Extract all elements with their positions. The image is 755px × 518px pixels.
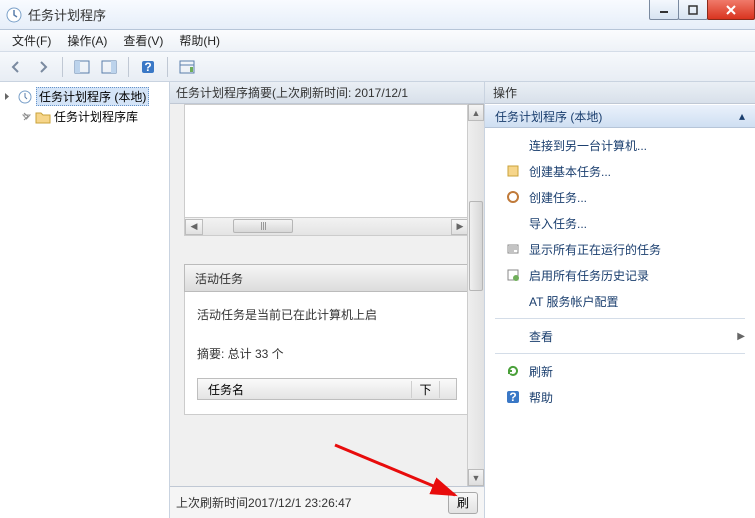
active-tasks-header[interactable]: 活动任务 [184, 264, 470, 292]
summary-body: ◀ ▶ 活动任务 活动任务是当前已在此计算机上启 摘要: 总计 33 个 任务名… [170, 104, 484, 486]
active-tasks-body: 活动任务是当前已在此计算机上启 摘要: 总计 33 个 任务名 下 [184, 292, 470, 415]
summary-heading: 任务计划程序摘要(上次刷新时间: 2017/12/1 [170, 82, 484, 104]
main-area: 任务计划程序 (本地) 任务计划程序库 任务计划程序摘要(上次刷新时间: 201… [0, 82, 755, 518]
app-icon [6, 7, 22, 23]
show-hide-actions-button[interactable] [97, 55, 121, 79]
scroll-left-button[interactable]: ◀ [185, 219, 203, 235]
status-prefix: 上次刷新时间 [176, 496, 248, 510]
action-create-basic[interactable]: 创建基本任务... [485, 158, 755, 184]
col-taskname[interactable]: 任务名 [198, 381, 412, 398]
close-button[interactable] [707, 0, 755, 20]
actions-panel: 操作 任务计划程序 (本地) ▴ 连接到另一台计算机... 创建基本任务... … [485, 82, 755, 518]
scroll-track[interactable] [203, 219, 451, 235]
properties-button[interactable] [175, 55, 199, 79]
refresh-button[interactable]: 刷 [448, 492, 478, 514]
window-title: 任务计划程序 [28, 5, 106, 24]
action-connect-label: 连接到另一台计算机... [529, 137, 647, 154]
action-refresh[interactable]: 刷新 [485, 358, 755, 384]
show-hide-tree-button[interactable] [70, 55, 94, 79]
svg-text:?: ? [509, 390, 516, 404]
titlebar: 任务计划程序 [0, 0, 755, 30]
chevron-right-icon: ▶ [737, 331, 745, 342]
action-view[interactable]: 查看 ▶ [485, 323, 755, 349]
active-tasks-header-label: 活动任务 [195, 270, 243, 287]
status-time: 2017/12/1 23:26:47 [248, 496, 351, 510]
action-show-running[interactable]: 显示所有正在运行的任务 [485, 236, 755, 262]
scroll-thumb-vertical[interactable] [469, 201, 483, 291]
task-list-header: 任务名 下 [197, 378, 457, 400]
action-show-running-label: 显示所有正在运行的任务 [529, 241, 661, 258]
action-at-service-label: AT 服务帐户配置 [529, 293, 619, 310]
actions-list: 连接到另一台计算机... 创建基本任务... 创建任务... 导入任务... 显… [485, 128, 755, 414]
task-icon [505, 189, 521, 205]
action-at-service[interactable]: AT 服务帐户配置 [485, 288, 755, 314]
actions-subheading: 任务计划程序 (本地) ▴ [485, 104, 755, 128]
scroll-thumb[interactable] [233, 219, 293, 233]
folder-icon [35, 109, 51, 125]
minimize-button[interactable] [649, 0, 679, 20]
running-icon [505, 241, 521, 257]
summary-panel: 任务计划程序摘要(上次刷新时间: 2017/12/1 ◀ ▶ 活动任务 活动任务… [170, 82, 485, 518]
active-tasks-count: 摘要: 总计 33 个 [197, 345, 457, 364]
import-icon [505, 215, 521, 231]
window-buttons [650, 0, 755, 22]
refresh-button-label: 刷 [457, 494, 469, 511]
overview-box: ◀ ▶ [184, 104, 470, 236]
forward-button[interactable] [31, 55, 55, 79]
col-next[interactable]: 下 [412, 381, 440, 398]
toolbar-separator-3 [167, 57, 168, 77]
view-icon [505, 328, 521, 344]
toolbar: ? [0, 52, 755, 82]
action-connect[interactable]: 连接到另一台计算机... [485, 132, 755, 158]
action-help[interactable]: ? 帮助 [485, 384, 755, 410]
actions-divider [495, 318, 745, 319]
navigation-tree: 任务计划程序 (本地) 任务计划程序库 [0, 82, 170, 518]
action-refresh-label: 刷新 [529, 363, 553, 380]
task-scheduler-icon [17, 89, 33, 105]
refresh-icon [505, 363, 521, 379]
action-create-task[interactable]: 创建任务... [485, 184, 755, 210]
at-icon [505, 293, 521, 309]
action-enable-history-label: 启用所有任务历史记录 [529, 267, 649, 284]
action-view-label: 查看 [529, 328, 553, 345]
tree-library-label: 任务计划程序库 [54, 108, 138, 125]
vertical-scrollbar[interactable]: ▲ ▼ [467, 104, 484, 486]
tree-root-label: 任务计划程序 (本地) [36, 87, 149, 106]
help-icon: ? [505, 389, 521, 405]
menu-action[interactable]: 操作(A) [59, 30, 115, 51]
status-text: 上次刷新时间2017/12/1 23:26:47 [176, 494, 448, 511]
toolbar-separator [62, 57, 63, 77]
collapse-icon[interactable]: ▴ [739, 109, 745, 123]
actions-subheading-label: 任务计划程序 (本地) [495, 108, 602, 125]
scroll-up-button[interactable]: ▲ [468, 104, 484, 121]
menu-help[interactable]: 帮助(H) [171, 30, 228, 51]
expand-icon[interactable] [20, 111, 32, 123]
svg-text:?: ? [144, 60, 151, 74]
toolbar-separator-2 [128, 57, 129, 77]
action-help-label: 帮助 [529, 389, 553, 406]
action-import-task-label: 导入任务... [529, 215, 587, 232]
tree-root-node[interactable]: 任务计划程序 (本地) [2, 86, 167, 107]
back-button[interactable] [4, 55, 28, 79]
horizontal-scrollbar[interactable]: ◀ ▶ [185, 217, 469, 235]
history-icon [505, 267, 521, 283]
tree-library-node[interactable]: 任务计划程序库 [20, 107, 167, 126]
computer-icon [505, 137, 521, 153]
action-create-task-label: 创建任务... [529, 189, 587, 206]
actions-divider-2 [495, 353, 745, 354]
scroll-down-button[interactable]: ▼ [468, 469, 484, 486]
status-bar: 上次刷新时间2017/12/1 23:26:47 刷 [170, 486, 484, 518]
wizard-icon [505, 163, 521, 179]
active-tasks-desc: 活动任务是当前已在此计算机上启 [197, 306, 457, 325]
maximize-button[interactable] [678, 0, 708, 20]
menubar: 文件(F) 操作(A) 查看(V) 帮助(H) [0, 30, 755, 52]
help-button[interactable]: ? [136, 55, 160, 79]
action-enable-history[interactable]: 启用所有任务历史记录 [485, 262, 755, 288]
action-import-task[interactable]: 导入任务... [485, 210, 755, 236]
menu-file[interactable]: 文件(F) [4, 30, 59, 51]
expand-icon[interactable] [2, 91, 14, 103]
actions-heading: 操作 [485, 82, 755, 104]
menu-view[interactable]: 查看(V) [115, 30, 171, 51]
action-create-basic-label: 创建基本任务... [529, 163, 611, 180]
